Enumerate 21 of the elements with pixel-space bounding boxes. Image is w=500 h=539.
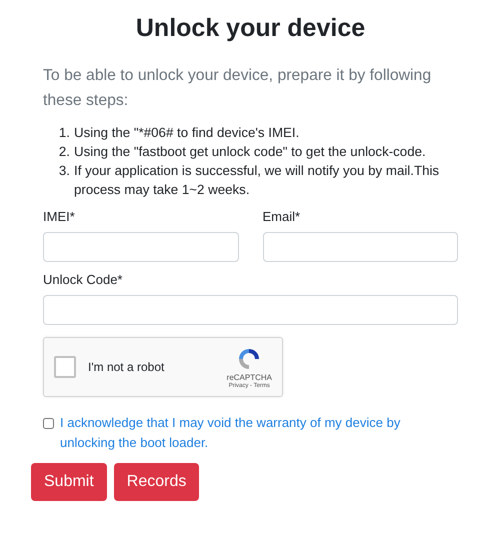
form-button[interactable]: Submit xyxy=(31,463,107,501)
field-label: Email* xyxy=(262,209,300,224)
step-text: If your application is successful, we will notify you by mail.This process may take 1~2 weeks. xyxy=(74,162,440,199)
input-field[interactable] xyxy=(43,295,458,325)
step-text: Using the "fastboot get unlock code" to get the unlock-code. xyxy=(74,143,426,161)
step-number: 1. xyxy=(58,124,70,142)
acknowledge-checkbox[interactable] xyxy=(43,418,54,429)
step-text: Using the "*#06# to find device's IMEI. xyxy=(74,124,300,142)
captcha-checkbox[interactable] xyxy=(54,356,76,378)
acknowledge-text[interactable]: I acknowledge that I may void the warranty of my device by unlocking the boot loader. xyxy=(60,413,458,453)
step-number: 2. xyxy=(58,143,70,161)
field-label: IMEI* xyxy=(43,209,75,224)
form-button[interactable]: Records xyxy=(114,463,200,501)
step-number: 3. xyxy=(58,162,70,180)
input-field[interactable] xyxy=(262,232,458,262)
field-label: Unlock Code* xyxy=(43,272,122,287)
input-field[interactable] xyxy=(43,232,238,262)
page-title: Unlock your device xyxy=(134,14,366,43)
captcha-label: I'm not a robot xyxy=(88,360,166,374)
intro-text: To be able to unlock your device, prepare it by following these steps: xyxy=(43,66,432,111)
recaptcha-brand: reCAPTCHA xyxy=(226,372,272,382)
